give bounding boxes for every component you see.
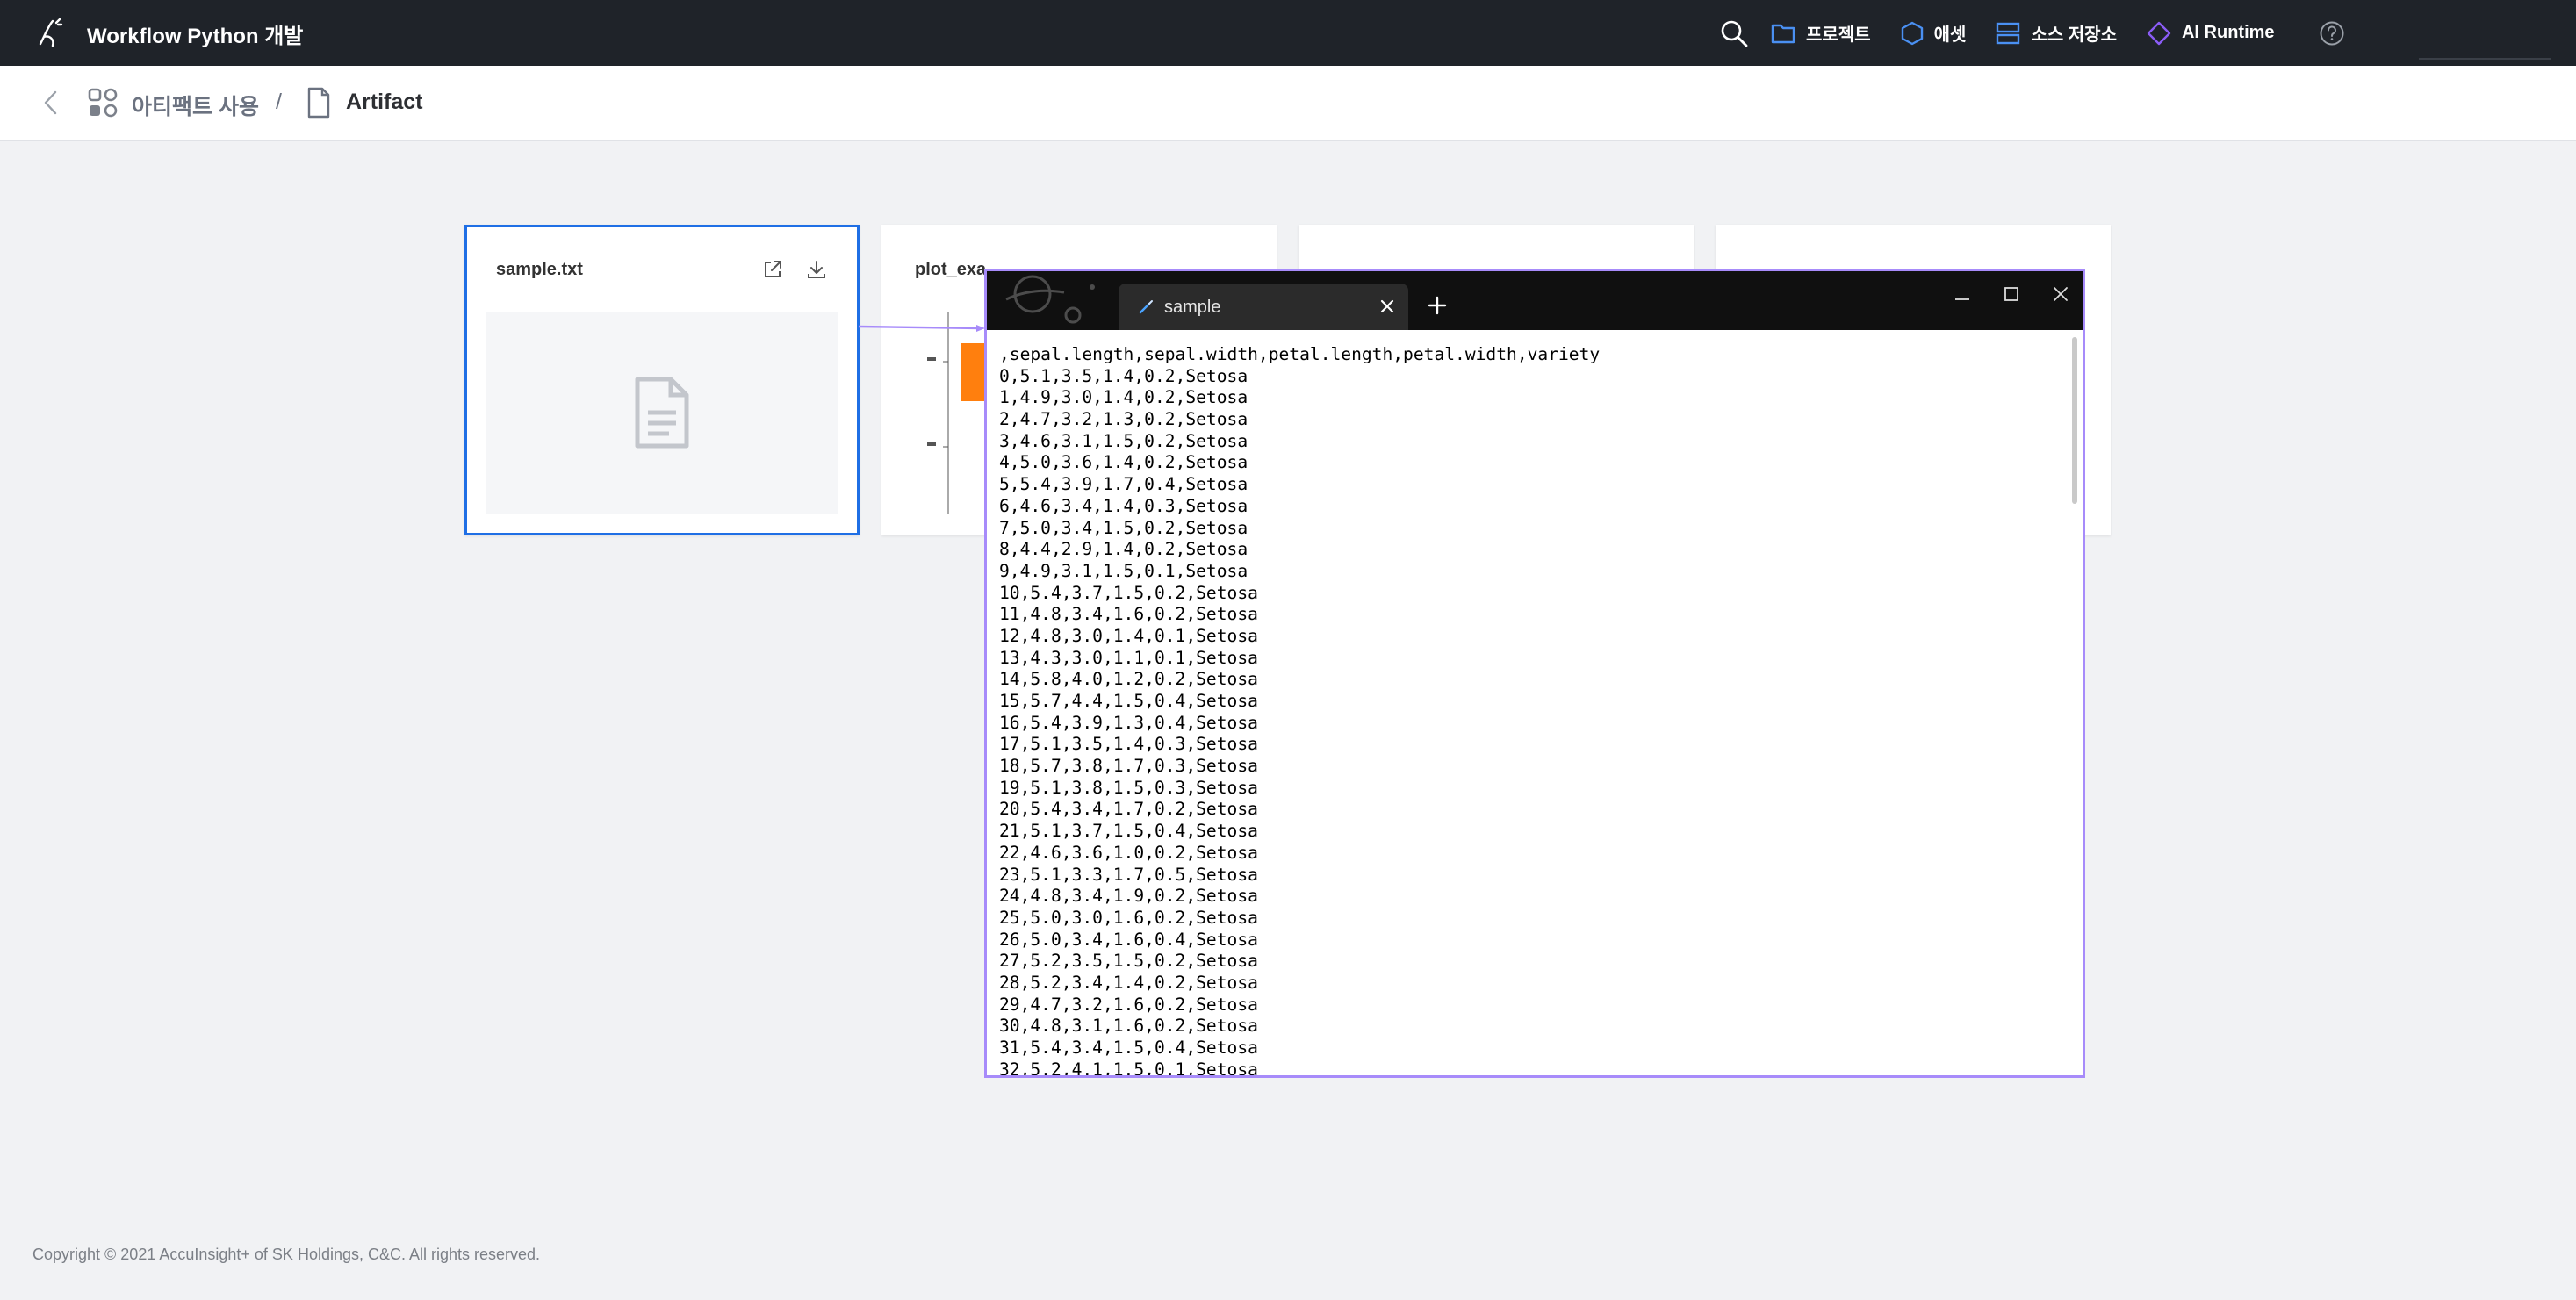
top-nav: 프로젝트 애셋 소스 저장소 AI Runtime xyxy=(1716,0,2347,66)
file-line[interactable]: 30,4.8,3.1,1.6,0.2,Setosa xyxy=(999,1016,1600,1038)
user-menu-underline xyxy=(2419,58,2551,60)
file-line[interactable]: 14,5.8,4.0,1.2,0.2,Setosa xyxy=(999,669,1600,691)
app-logo-icon[interactable] xyxy=(33,16,67,49)
file-line[interactable]: 20,5.4,3.4,1.7,0.2,Setosa xyxy=(999,799,1600,821)
file-line[interactable]: 22,4.6,3.6,1.0,0.2,Setosa xyxy=(999,843,1600,865)
file-line[interactable]: 23,5.1,3.3,1.7,0.5,Setosa xyxy=(999,865,1600,887)
diamond-icon xyxy=(2147,21,2171,45)
breadcrumb-parent[interactable]: 아티팩트 사용 xyxy=(132,90,259,121)
breadcrumb-separator: / xyxy=(276,90,282,114)
file-line[interactable]: 27,5.2,3.5,1.5,0.2,Setosa xyxy=(999,951,1600,973)
app-title[interactable]: Workflow Python 개발 xyxy=(87,18,303,49)
download-icon[interactable] xyxy=(805,258,828,281)
text-editor-area[interactable]: ,sepal.length,sepal.width,petal.length,p… xyxy=(987,330,2083,1075)
minimize-icon[interactable] xyxy=(1942,278,1982,310)
file-line[interactable]: ,sepal.length,sepal.width,petal.length,p… xyxy=(999,344,1600,366)
new-tab-icon[interactable] xyxy=(1422,291,1452,320)
vertical-scrollbar[interactable] xyxy=(2072,337,2077,504)
file-line[interactable]: 6,4.6,3.4,1.4,0.3,Setosa xyxy=(999,496,1600,518)
close-window-icon[interactable] xyxy=(2040,278,2081,310)
file-line[interactable]: 11,4.8,3.4,1.6,0.2,Setosa xyxy=(999,604,1600,626)
file-line[interactable]: 15,5.7,4.4,1.5,0.4,Setosa xyxy=(999,691,1600,713)
file-line[interactable]: 16,5.4,3.9,1.3,0.4,Setosa xyxy=(999,713,1600,735)
file-line[interactable]: 13,4.3,3.0,1.1,0.1,Setosa xyxy=(999,648,1600,670)
nav-item-ai-runtime[interactable]: AI Runtime xyxy=(2147,21,2275,46)
storage-icon xyxy=(1997,22,2020,44)
file-line[interactable]: 25,5.0,3.0,1.6,0.2,Setosa xyxy=(999,908,1600,930)
close-tab-icon[interactable] xyxy=(1375,294,1400,319)
breadcrumb-current: Artifact xyxy=(346,90,423,114)
file-line[interactable]: 9,4.9,3.1,1.5,0.1,Setosa xyxy=(999,561,1600,583)
card-title: sample.txt xyxy=(496,260,583,279)
tab-label: sample xyxy=(1164,298,1221,317)
file-line[interactable]: 24,4.8,3.4,1.9,0.2,Setosa xyxy=(999,886,1600,908)
file-line[interactable]: 31,5.4,3.4,1.5,0.4,Setosa xyxy=(999,1038,1600,1059)
breadcrumb: 아티팩트 사용 / Artifact xyxy=(0,66,2576,141)
help-icon[interactable] xyxy=(2317,18,2347,48)
card-title: plot_exa xyxy=(915,260,987,279)
artifact-card-sample[interactable]: sample.txt xyxy=(464,225,860,535)
maximize-icon[interactable] xyxy=(1991,278,2032,310)
folder-icon xyxy=(1771,24,1795,43)
nav-item-source-repo[interactable]: 소스 저장소 xyxy=(1996,20,2117,46)
file-line[interactable]: 3,4.6,3.1,1.5,0.2,Setosa xyxy=(999,431,1600,453)
file-line[interactable]: 10,5.4,3.7,1.5,0.2,Setosa xyxy=(999,583,1600,605)
file-line[interactable]: 28,5.2,3.4,1.4,0.2,Setosa xyxy=(999,973,1600,995)
file-icon xyxy=(306,87,332,119)
card-preview xyxy=(486,312,838,514)
file-line[interactable]: 8,4.4,2.9,1.4,0.2,Setosa xyxy=(999,539,1600,561)
card-actions xyxy=(761,258,828,281)
nav-item-projects[interactable]: 프로젝트 xyxy=(1771,20,1871,46)
file-line[interactable]: 12,4.8,3.0,1.4,0.1,Setosa xyxy=(999,626,1600,648)
file-line[interactable]: 26,5.0,3.4,1.6,0.4,Setosa xyxy=(999,930,1600,952)
file-line[interactable]: 21,5.1,3.7,1.5,0.4,Setosa xyxy=(999,821,1600,843)
nav-item-source-repo-label: 소스 저장소 xyxy=(2031,25,2117,45)
open-external-icon[interactable] xyxy=(761,258,784,281)
notepad-icon xyxy=(1138,299,1154,315)
notepad-window[interactable]: sample ,sepal.length,sepal.width,petal.l… xyxy=(984,269,2085,1078)
tab-sample[interactable]: sample xyxy=(1119,284,1408,330)
back-arrow-icon[interactable] xyxy=(35,85,67,120)
file-line[interactable]: 7,5.0,3.4,1.5,0.2,Setosa xyxy=(999,518,1600,540)
file-line[interactable]: 18,5.7,3.8,1.7,0.3,Setosa xyxy=(999,756,1600,778)
file-line[interactable]: 29,4.7,3.2,1.6,0.2,Setosa xyxy=(999,995,1600,1016)
file-line[interactable]: 0,5.1,3.5,1.4,0.2,Setosa xyxy=(999,366,1600,388)
nav-item-projects-label: 프로젝트 xyxy=(1806,25,1871,45)
connector-arrow xyxy=(859,325,985,332)
file-content[interactable]: ,sepal.length,sepal.width,petal.length,p… xyxy=(999,344,1600,1075)
window-titlebar[interactable]: sample xyxy=(987,271,2083,330)
top-navigation-bar: Workflow Python 개발 프로젝트 애셋 소스 저장소 AI Run… xyxy=(0,0,2576,66)
file-line[interactable]: 1,4.9,3.0,1.4,0.2,Setosa xyxy=(999,387,1600,409)
file-line[interactable]: 5,5.4,3.9,1.7,0.4,Setosa xyxy=(999,474,1600,496)
nav-item-assets-label: 애셋 xyxy=(1933,25,1967,45)
nav-item-assets[interactable]: 애셋 xyxy=(1901,20,1967,46)
nav-item-ai-runtime-label: AI Runtime xyxy=(2181,23,2275,42)
file-line[interactable]: 32,5.2,4.1,1.5,0.1,Setosa xyxy=(999,1059,1600,1075)
file-line[interactable]: 17,5.1,3.5,1.4,0.3,Setosa xyxy=(999,734,1600,756)
file-line[interactable]: 4,5.0,3.6,1.4,0.2,Setosa xyxy=(999,452,1600,474)
file-line[interactable]: 2,4.7,3.2,1.3,0.2,Setosa xyxy=(999,409,1600,431)
artifact-group-icon xyxy=(86,86,121,119)
document-icon xyxy=(635,377,689,449)
footer-copyright: Copyright © 2021 AccuInsight+ of SK Hold… xyxy=(32,1246,541,1263)
search-icon[interactable] xyxy=(1716,16,1752,51)
file-line[interactable]: 19,5.1,3.8,1.5,0.3,Setosa xyxy=(999,778,1600,800)
hexagon-icon xyxy=(1901,21,1923,45)
